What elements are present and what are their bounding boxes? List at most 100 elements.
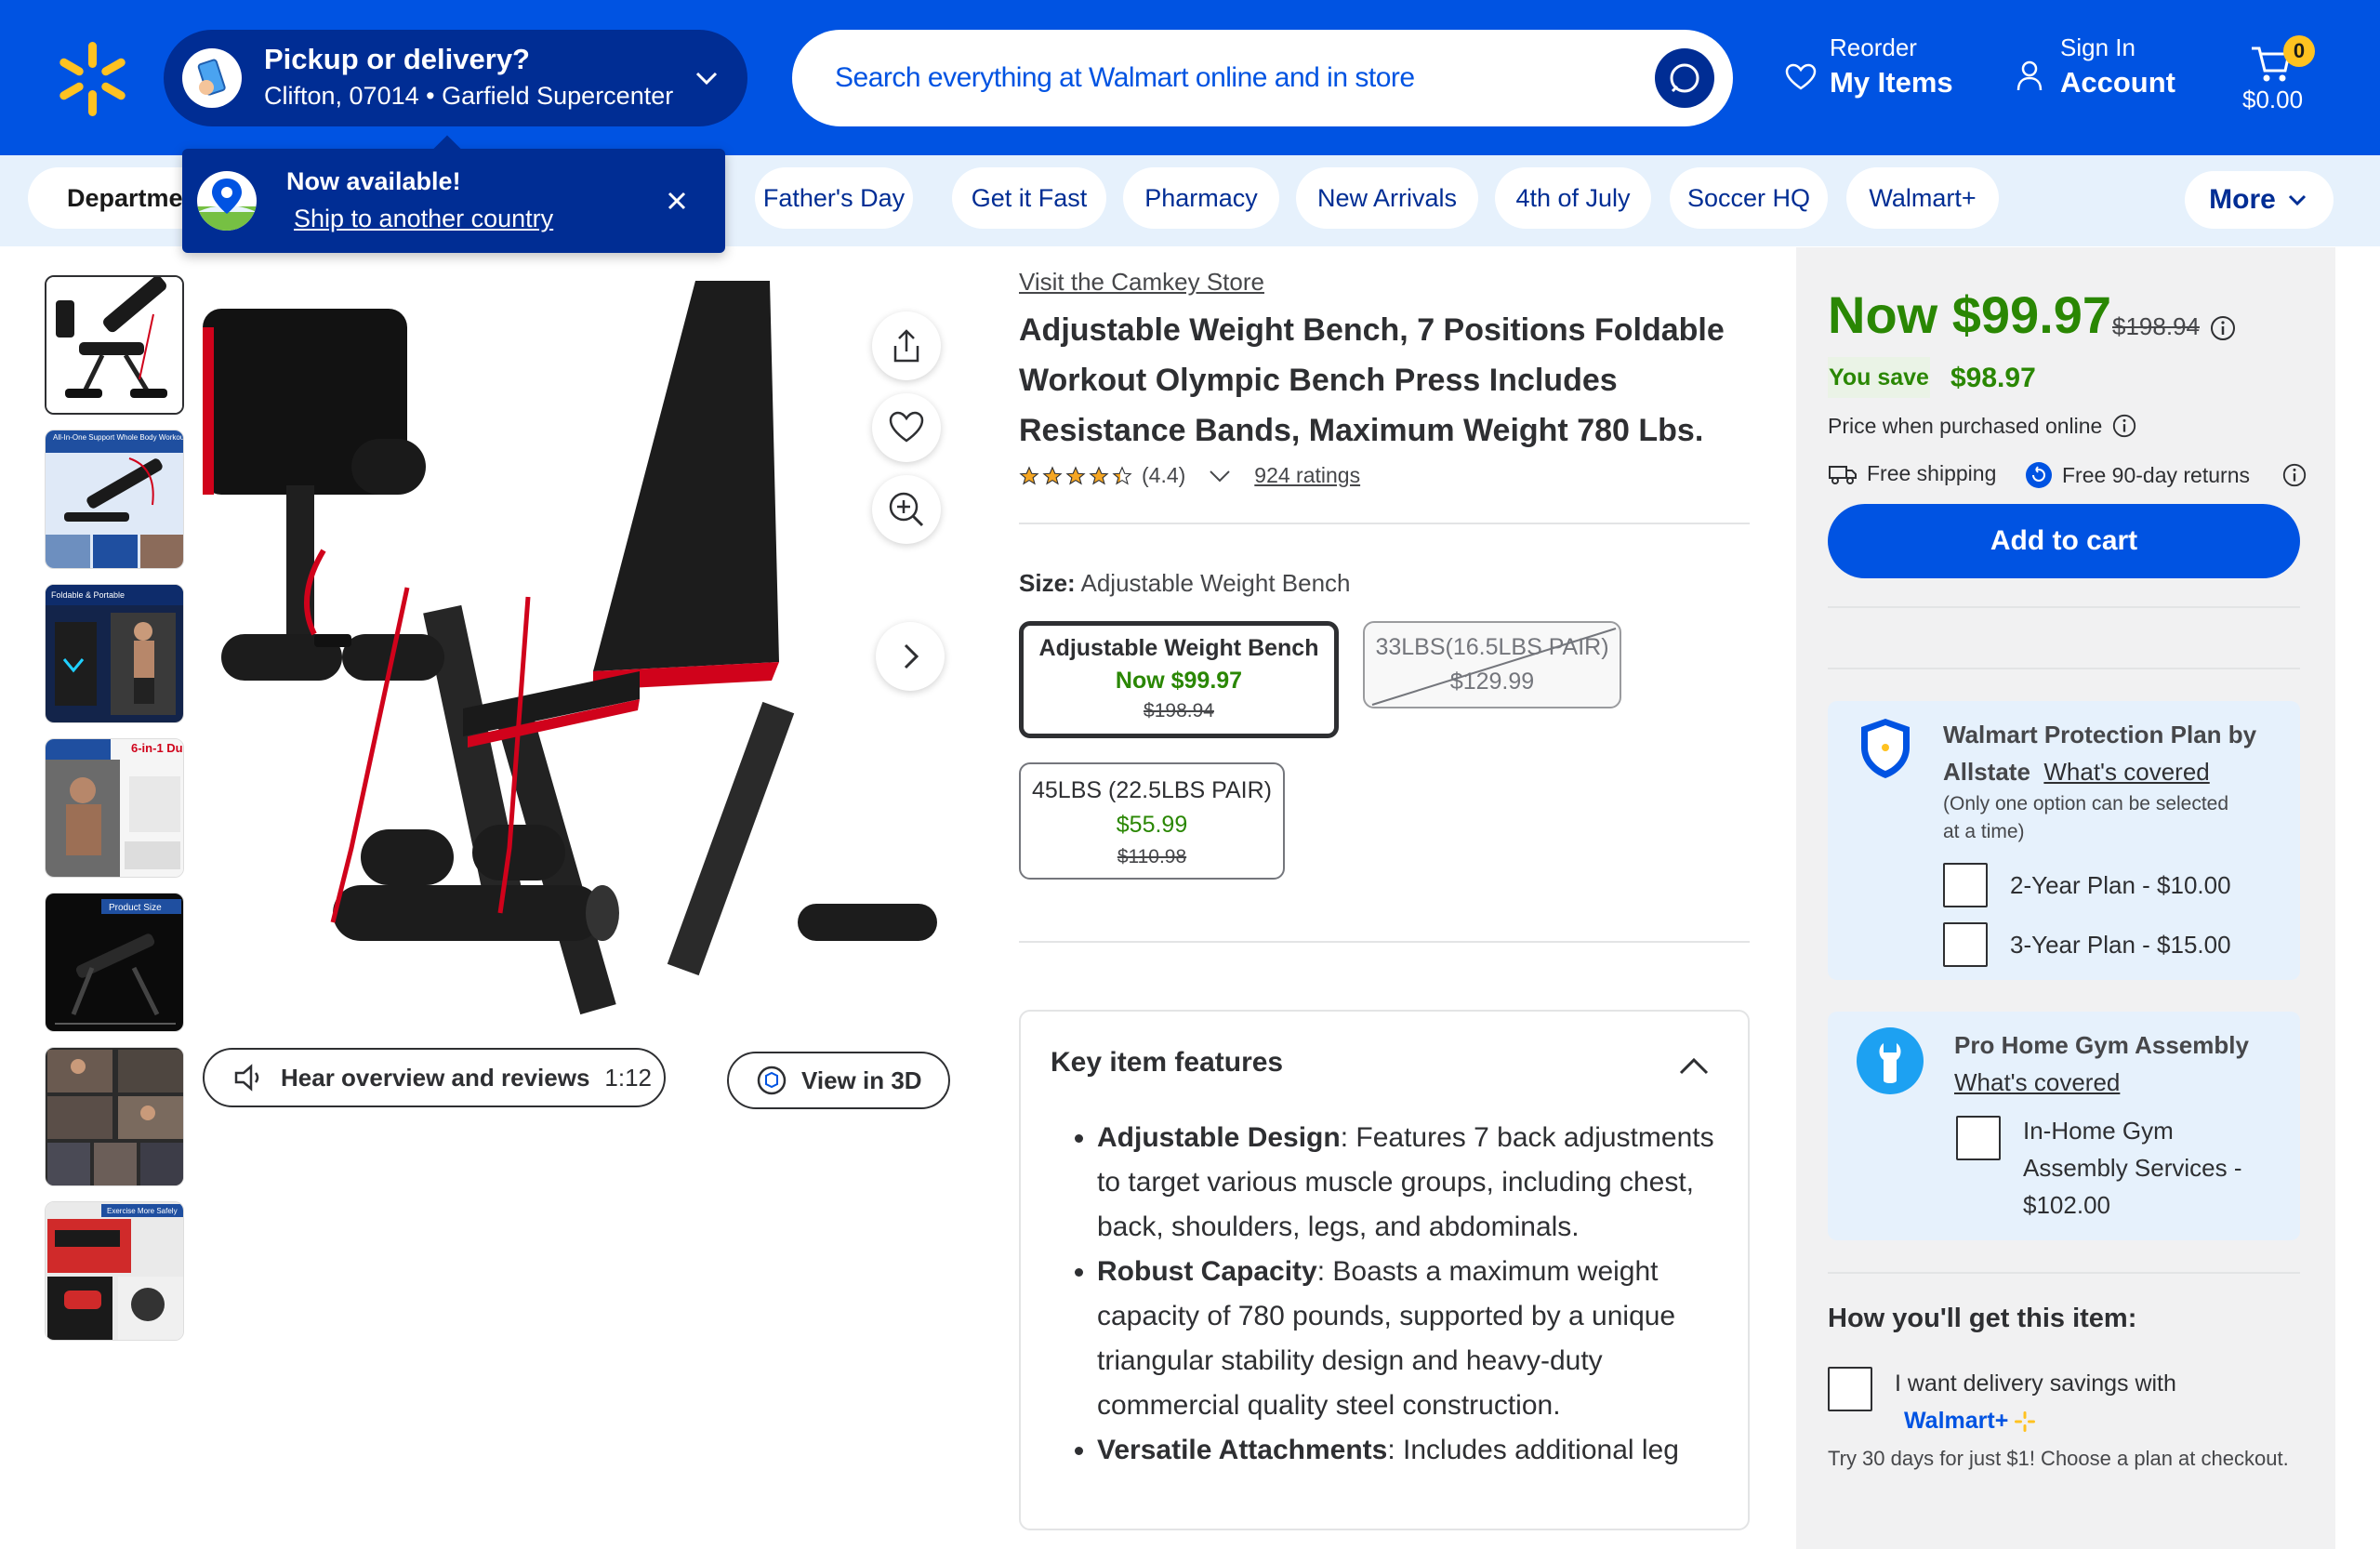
search-input[interactable] [835,48,1616,108]
assembly-title: Pro Home Gym Assembly What's covered [1954,1031,2249,1096]
thumbnail-caption: 6-in-1 Dumbbell Bench [131,741,184,755]
store-link[interactable]: Visit the Camkey Store [1019,268,1264,297]
info-icon[interactable] [2111,413,2137,439]
thumbnail-caption: Foldable & Portable [51,590,125,600]
star-icon [1019,465,1039,484]
walmart-spark-logo[interactable] [58,42,127,116]
cart-total: $0.00 [2242,86,2304,113]
zoom-button[interactable] [872,475,941,544]
plan-3-year-label: 3-Year Plan - $15.00 [2010,931,2231,959]
nav-item-get-it-fast[interactable]: Get it Fast [952,167,1106,229]
chevron-down-icon [695,72,718,86]
rating-value: (4.4) [1142,463,1186,487]
key-features-title: Key item features [1051,1047,1284,1078]
star-rating [1019,465,1132,486]
assembly-whats-covered-link[interactable]: What's covered [1954,1068,2120,1096]
feature-item: Versatile Attachments: Includes addition… [1097,1428,1729,1473]
pickup-title: Pickup or delivery? [264,43,530,75]
share-icon [893,329,919,363]
next-image-button[interactable] [876,622,945,691]
ratings-link[interactable]: 924 ratings [1254,463,1360,488]
delivery-savings-checkbox[interactable] [1828,1367,1872,1411]
plan-2-year-checkbox[interactable] [1943,863,1988,907]
protection-title: Walmart Protection Plan by Allstate What… [1943,721,2257,786]
nav-item-soccer-hq[interactable]: Soccer HQ [1670,167,1828,229]
chevron-down-icon[interactable] [1208,467,1232,485]
feature-item: Robust Capacity: Boasts a maximum weight… [1097,1250,1729,1428]
product-thumbnail[interactable]: 6-in-1 Dumbbell Bench [45,738,184,878]
product-thumbnail[interactable] [45,1047,184,1186]
trial-note: Try 30 days for just $1! Choose a plan a… [1828,1447,2289,1470]
product-thumbnail[interactable]: Foldable & Portable [45,584,184,723]
info-icon[interactable] [2209,314,2237,342]
free-returns: Free 90-day returns [2025,461,2307,489]
phone-icon [182,48,242,108]
heart-icon [889,411,924,443]
more-menu-button[interactable]: More [2185,171,2334,229]
protection-plan-card: Walmart Protection Plan by Allstate What… [1828,701,2300,980]
add-to-cart-button[interactable]: Add to cart [1828,504,2300,578]
how-youll-get-title: How you'll get this item: [1828,1304,2137,1333]
cart-count-badge: 0 [2283,35,2315,67]
reorder-link[interactable]: Reorder My Items [1830,33,1953,99]
unavailable-strike [1371,628,1617,706]
product-thumbnail[interactable]: All-In-One Support Whole Body Workout [45,430,184,569]
price-note: Price when purchased online [1828,413,2137,439]
more-label: More [2209,184,2276,215]
chevron-up-icon[interactable] [1675,1047,1712,1084]
hear-overview-label: Hear overview and reviews [281,1063,590,1092]
size-option-selected[interactable]: Adjustable Weight Bench Now $99.97 $198.… [1019,621,1339,738]
size-option-unavailable[interactable]: 33LBS(16.5LBS PAIR) $129.99 [1363,621,1621,708]
nav-item-fathers-day[interactable]: Father's Day [755,167,913,229]
info-icon[interactable] [2281,462,2307,488]
nav-item-walmart-plus[interactable]: Walmart+ [1846,167,1999,229]
thumbnail-caption: Product Size [109,903,162,913]
product-main-image[interactable] [203,271,972,1043]
spark-icon [2015,1411,2036,1433]
protection-whats-covered-link[interactable]: What's covered [2043,758,2209,786]
ship-another-country-link[interactable]: Ship to another country [294,205,553,233]
assembly-card: Pro Home Gym Assembly What's covered In-… [1828,1012,2300,1240]
account-link[interactable]: Sign In Account [2060,33,2175,99]
divider [1019,523,1750,524]
star-icon [1112,465,1132,484]
free-shipping: Free shipping [1828,461,1996,486]
site-header: Pickup or delivery? Clifton, 07014 • Gar… [0,0,2380,155]
close-icon[interactable] [660,184,694,218]
share-button[interactable] [872,311,941,380]
search-button[interactable] [1655,48,1714,108]
divider [1019,941,1750,943]
returns-icon [2026,462,2052,488]
you-save-badge: You save [1828,357,1930,398]
product-thumbnail[interactable]: Exercise More Safely [45,1201,184,1341]
product-thumbnail[interactable]: Product Size [45,893,184,1032]
star-icon [1065,465,1086,484]
favorite-button[interactable] [872,393,941,462]
pickup-location: Clifton, 07014 • Garfield Supercenter [264,82,674,110]
product-title: Adjustable Weight Bench, 7 Positions Fol… [1019,312,1725,448]
zoom-in-icon [889,492,924,527]
nav-item-4th-of-july[interactable]: 4th of July [1495,167,1651,229]
thumbnail-caption: All-In-One Support Whole Body Workout [53,433,184,442]
you-save-amount: $98.97 [1950,363,2036,393]
hear-overview-button[interactable]: Hear overview and reviews 1:12 [203,1048,666,1107]
wrench-icon [1857,1027,1924,1094]
search-bar [792,30,1733,126]
chevron-right-icon [904,643,919,669]
heart-icon [1785,63,1817,90]
view-in-3d-button[interactable]: View in 3D [727,1052,950,1109]
nav-item-pharmacy[interactable]: Pharmacy [1123,167,1279,229]
product-thumbnail[interactable] [45,275,184,415]
nav-item-new-arrivals[interactable]: New Arrivals [1296,167,1478,229]
thumbnail-caption: Exercise More Safely [107,1207,178,1215]
assembly-checkbox[interactable] [1956,1116,2001,1160]
search-icon [1670,63,1699,93]
audio-duration: 1:12 [604,1063,653,1092]
feature-item: Adjustable Design: Features 7 back adjus… [1097,1116,1729,1250]
size-option[interactable]: 45LBS (22.5LBS PAIR) $55.99 $110.98 [1019,762,1285,880]
location-pin-icon [197,171,257,231]
delivery-savings-label: I want delivery savings with [1895,1370,2176,1397]
size-label: Size: Adjustable Weight Bench [1019,569,1351,597]
plan-3-year-checkbox[interactable] [1943,922,1988,967]
pickup-delivery-selector[interactable]: Pickup or delivery? Clifton, 07014 • Gar… [164,30,747,126]
